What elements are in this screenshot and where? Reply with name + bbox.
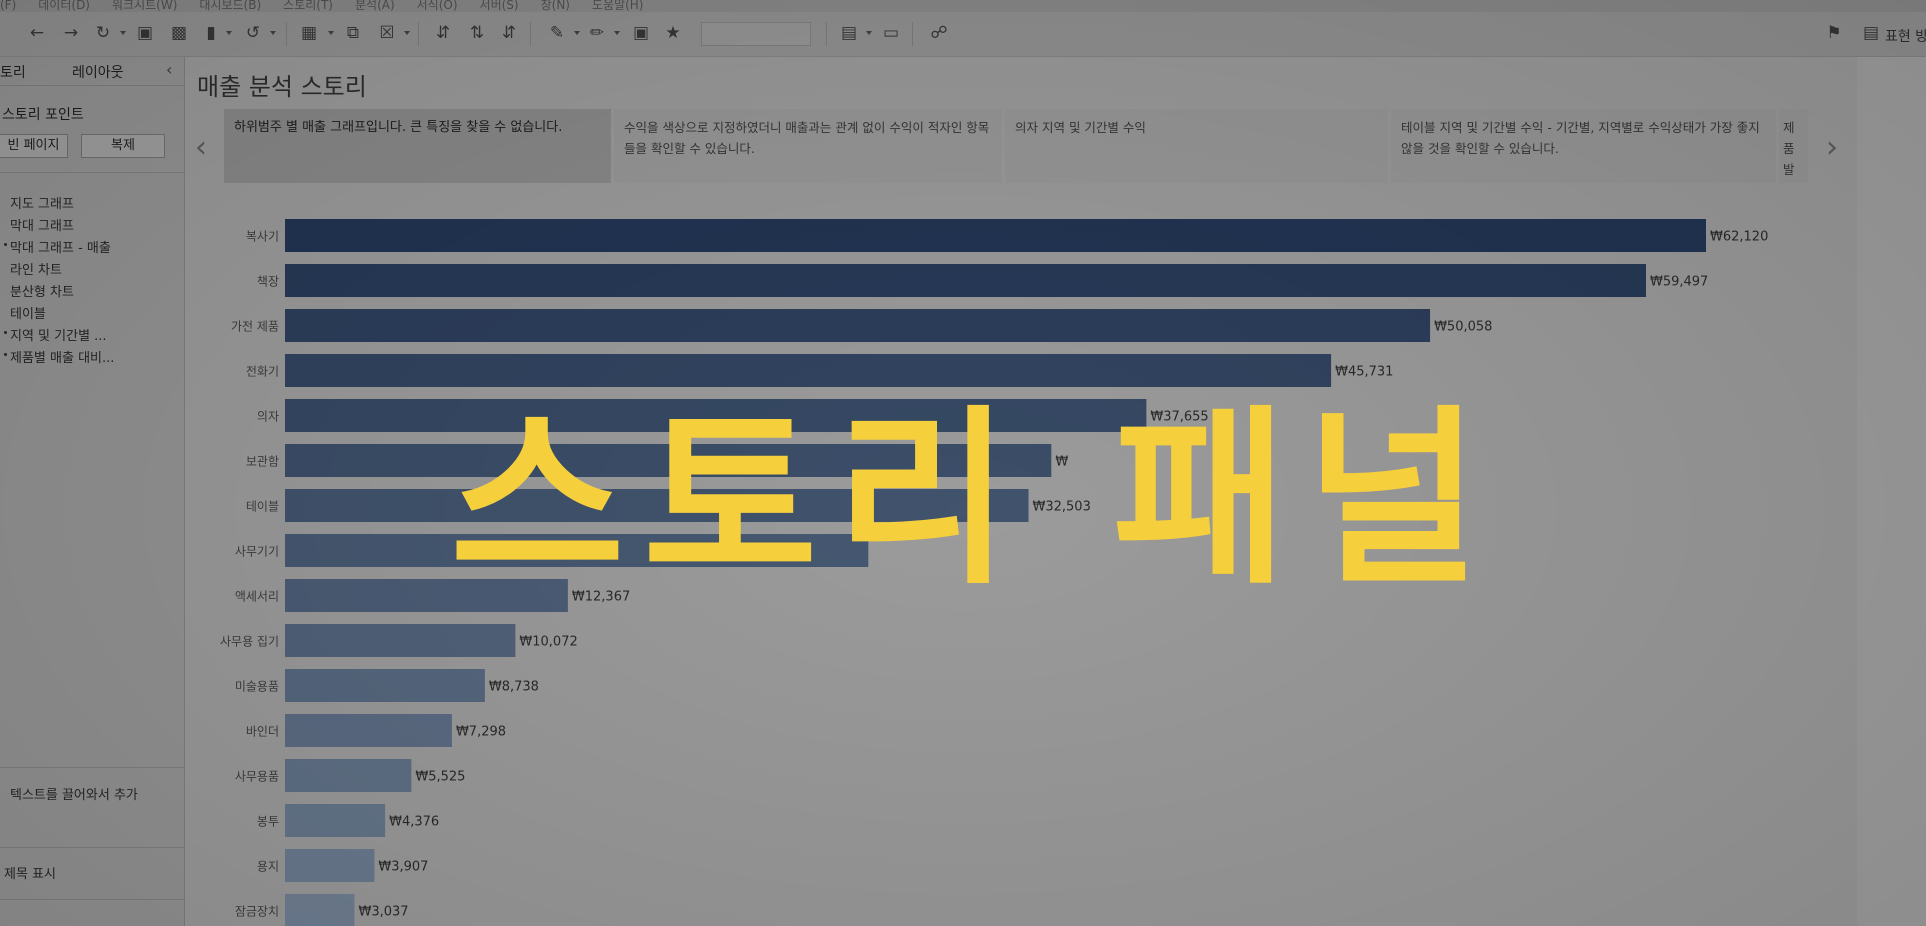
bar[interactable]: [285, 759, 412, 792]
category-label: 사무기기: [235, 545, 279, 559]
value-label: ₩3,037: [358, 905, 408, 920]
overlay-caption: 스토리 패널: [450, 389, 1499, 610]
value-label: ₩7,298: [456, 725, 506, 740]
category-label: 의자: [257, 410, 279, 424]
category-label: 전화기: [246, 365, 279, 379]
category-label: 사무용품: [235, 770, 279, 784]
value-label: ₩3,907: [378, 860, 428, 875]
category-label: 테이블: [246, 500, 279, 514]
category-label: 미술용품: [235, 680, 279, 694]
category-label: 사무용 집기: [220, 635, 279, 649]
category-label: 보관함: [246, 455, 279, 469]
value-label: ₩62,120: [1710, 230, 1768, 245]
category-label: 봉투: [257, 815, 279, 829]
bar[interactable]: [285, 714, 452, 747]
value-label: ₩5,525: [415, 770, 465, 785]
bar[interactable]: [285, 219, 1706, 252]
bar[interactable]: [285, 894, 355, 926]
bar[interactable]: [285, 264, 1646, 297]
category-label: 바인더: [246, 725, 279, 739]
category-label: 액세서리: [235, 590, 279, 604]
category-label: 책장: [257, 274, 279, 289]
value-label: ₩8,738: [489, 680, 539, 695]
bar[interactable]: [285, 354, 1332, 387]
bar[interactable]: [285, 669, 485, 702]
value-label: ₩59,497: [1650, 275, 1708, 290]
value-label: ₩45,731: [1335, 365, 1393, 380]
value-label: ₩10,072: [519, 635, 577, 650]
category-label: 복사기: [246, 230, 279, 244]
category-label: 가전 제품: [231, 320, 279, 334]
value-label: ₩50,058: [1434, 320, 1492, 335]
value-label: ₩4,376: [389, 815, 439, 830]
category-label: 용지: [257, 860, 279, 874]
bar[interactable]: [285, 624, 516, 657]
bar[interactable]: [285, 804, 386, 837]
bar[interactable]: [285, 309, 1431, 342]
bar[interactable]: [285, 849, 375, 882]
category-label: 잠금장치: [235, 905, 279, 919]
